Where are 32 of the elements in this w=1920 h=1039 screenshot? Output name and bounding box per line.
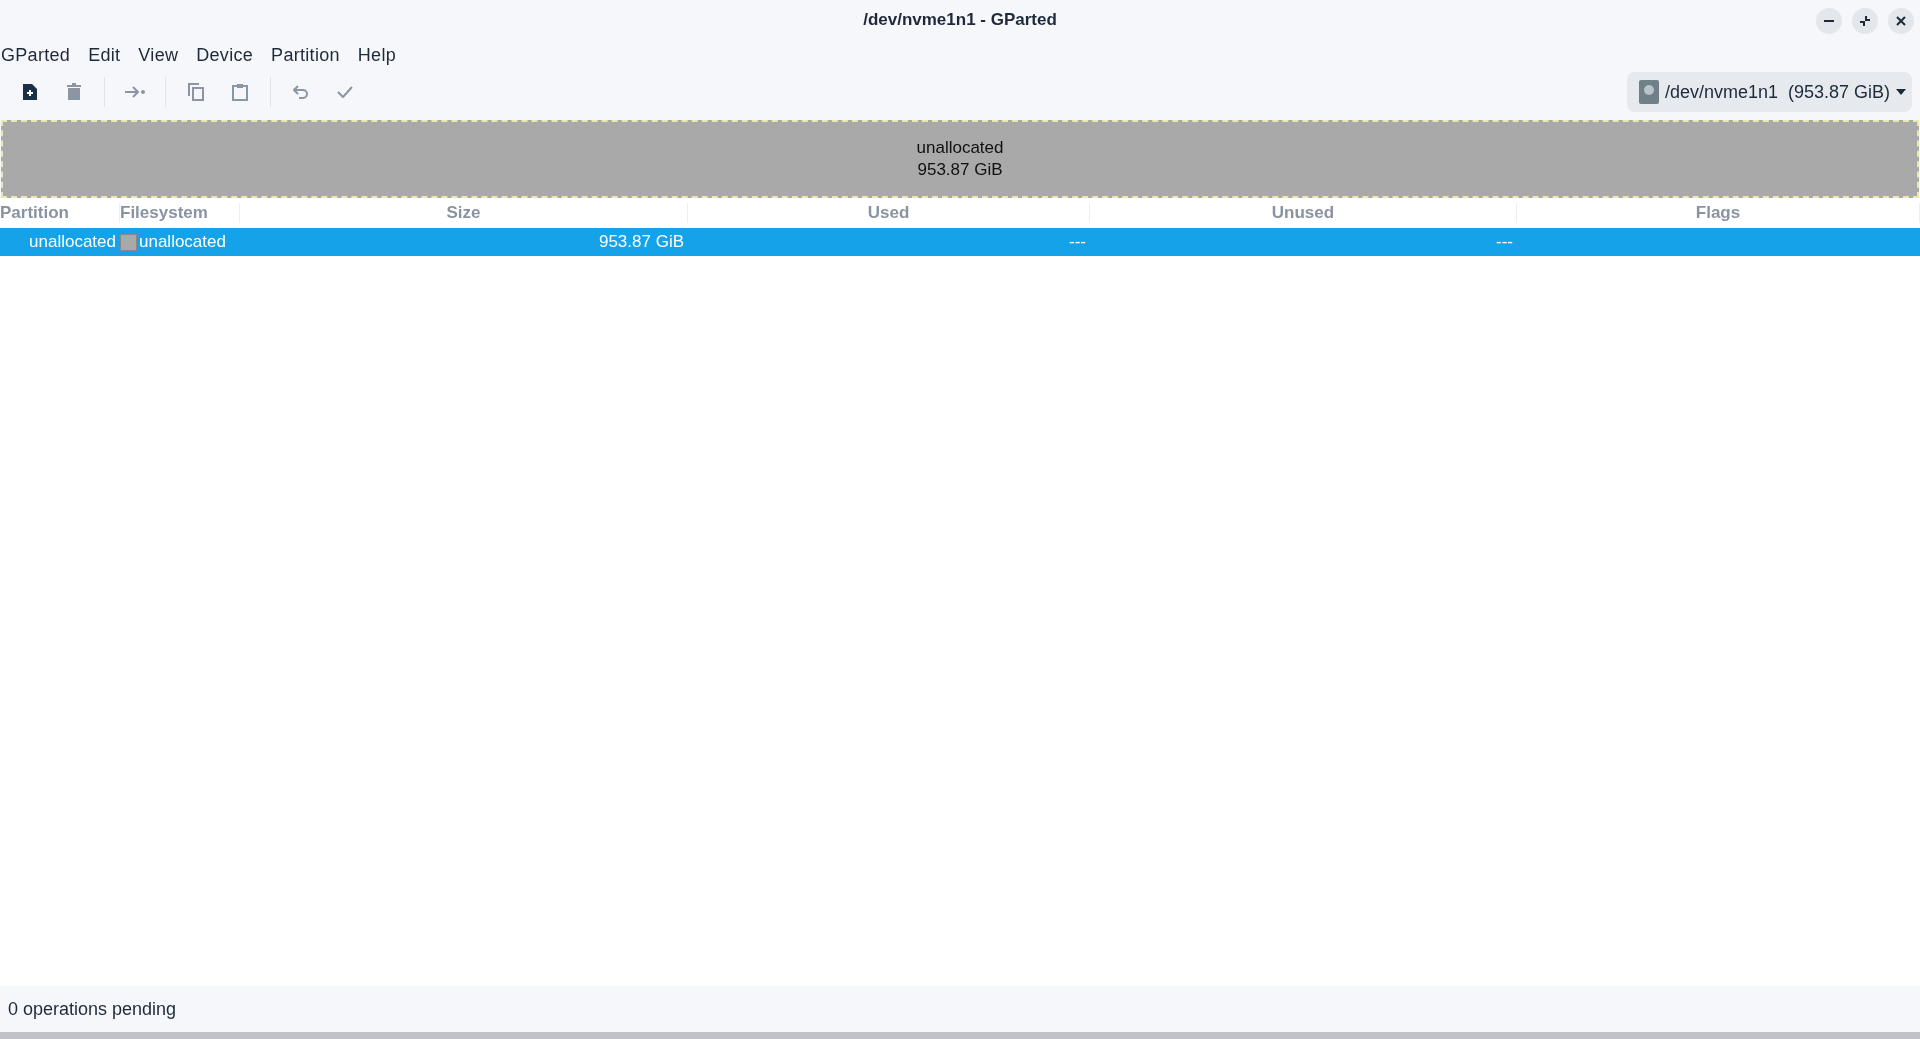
menu-item[interactable]: Edit (87, 44, 130, 66)
close-icon (1896, 16, 1906, 26)
table-cell: unallocated (139, 232, 226, 252)
menu-item[interactable]: Help (356, 44, 406, 66)
trash-icon (66, 83, 82, 101)
device-dropdown[interactable]: /dev/nvme1n1 (953.87 GiB) (1626, 72, 1912, 112)
checkmark-icon (337, 86, 353, 98)
close-button[interactable] (1888, 8, 1914, 34)
table-cell-text: unallocated (28, 232, 117, 252)
disk-map-size: 953.87 GiB (917, 159, 1003, 181)
filesystem-swatch (120, 233, 137, 251)
table-cell-text: --- (1068, 232, 1087, 252)
caret-icon (1896, 89, 1906, 95)
disk-map-label: unallocated (916, 137, 1004, 159)
window-title: /dev/nvme1n1 - GParted (863, 10, 1057, 30)
menu-item[interactable]: View (137, 44, 188, 66)
table-cell-text: 953.87 GiB (597, 232, 685, 252)
new-document-icon (22, 83, 38, 101)
minus-icon (1824, 20, 1834, 22)
menu-item[interactable]: Device (195, 44, 263, 66)
menu-item[interactable]: GParted (0, 44, 80, 66)
arrow-right-icon (124, 85, 146, 99)
undo-icon (293, 85, 309, 99)
copy-icon (188, 83, 204, 101)
table-cell-text: --- (1495, 232, 1514, 252)
restore-icon (1859, 15, 1871, 27)
minimize-button[interactable] (1816, 8, 1842, 34)
unallocated-space-bar[interactable]: unallocated 953.87 GiB (1, 120, 1919, 198)
clipboard-icon (232, 83, 248, 101)
status-text: 0 operations pending (8, 998, 177, 1020)
restore-button[interactable] (1852, 8, 1878, 34)
menu-item[interactable]: Partition (270, 44, 349, 66)
